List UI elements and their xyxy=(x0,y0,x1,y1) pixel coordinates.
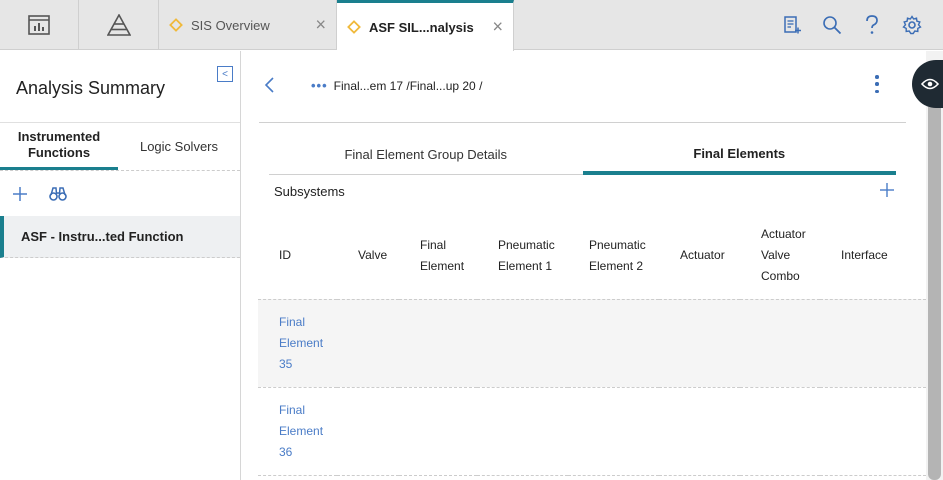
column-header-pneumatic-element-2[interactable]: Pneumatic Element 2 xyxy=(568,213,659,300)
scrollbar[interactable] xyxy=(928,70,941,480)
dashboard-button[interactable] xyxy=(0,0,79,50)
main-content: ••• Final...em 17 /Final...up 20 / Final… xyxy=(241,51,926,480)
section-title: Subsystems xyxy=(274,184,345,199)
tab-final-element-group-details[interactable]: Final Element Group Details xyxy=(269,135,583,175)
table-header-row: ID Valve Final Element Pneumatic Element… xyxy=(258,213,926,300)
table-row: Final Element 36 xyxy=(258,387,926,476)
tab-label: SIS Overview xyxy=(191,17,270,33)
gear-icon[interactable] xyxy=(901,14,923,36)
divider xyxy=(259,122,906,123)
column-header-interface[interactable]: Interface xyxy=(820,213,926,300)
left-toolbar xyxy=(0,170,240,216)
left-tabs: Instrumented Functions Logic Solvers xyxy=(0,122,240,170)
final-element-link[interactable]: Final Element 35 xyxy=(279,312,327,375)
main-tabs: Final Element Group Details Final Elemen… xyxy=(269,135,896,175)
help-icon[interactable] xyxy=(861,14,883,36)
diamond-icon xyxy=(169,18,183,32)
column-header-valve[interactable]: Valve xyxy=(337,213,399,300)
subsystems-table: ID Valve Final Element Pneumatic Element… xyxy=(258,213,926,476)
tab-asf-sil-analysis[interactable]: ASF SIL...nalysis × xyxy=(337,0,514,51)
column-header-pneumatic-element-1[interactable]: Pneumatic Element 1 xyxy=(477,213,568,300)
tab-sis-overview[interactable]: SIS Overview × xyxy=(159,0,337,50)
collapse-panel-button[interactable]: < xyxy=(217,66,233,82)
column-header-final-element[interactable]: Final Element xyxy=(399,213,477,300)
breadcrumb-overflow-icon[interactable]: ••• xyxy=(311,78,328,93)
table-row: Final Element 35 xyxy=(258,299,926,388)
list-item[interactable]: ASF - Instru...ted Function xyxy=(0,216,240,258)
tab-instrumented-functions[interactable]: Instrumented Functions xyxy=(0,123,118,170)
breadcrumb-path[interactable]: Final...em 17 /Final...up 20 / xyxy=(334,79,483,93)
dashboard-icon xyxy=(28,15,50,35)
diamond-icon xyxy=(347,20,361,34)
final-element-link[interactable]: Final Element 36 xyxy=(279,400,327,463)
close-icon[interactable]: × xyxy=(492,17,503,38)
close-icon[interactable]: × xyxy=(315,15,326,36)
binoculars-icon[interactable] xyxy=(48,184,68,204)
tab-label: ASF SIL...nalysis xyxy=(369,19,474,35)
column-header-actuator-valve-combo[interactable]: Actuator Valve Combo xyxy=(740,213,820,300)
pyramid-icon xyxy=(106,14,131,36)
asset-strategy-button[interactable] xyxy=(79,0,159,50)
queue-icon[interactable] xyxy=(781,14,803,36)
panel-title: Analysis Summary xyxy=(16,78,166,98)
search-icon[interactable] xyxy=(821,14,843,36)
tab-final-elements[interactable]: Final Elements xyxy=(582,135,896,175)
toolbar-right xyxy=(781,0,923,50)
add-subsystem-icon[interactable] xyxy=(879,182,895,198)
breadcrumb: ••• Final...em 17 /Final...up 20 / xyxy=(311,78,482,93)
more-options-icon[interactable] xyxy=(874,75,880,93)
left-panel: Analysis Summary < Instrumented Function… xyxy=(0,51,241,480)
back-icon[interactable] xyxy=(263,76,277,94)
eye-icon xyxy=(921,78,939,90)
add-icon[interactable] xyxy=(10,184,30,204)
column-header-id[interactable]: ID xyxy=(258,213,337,300)
tab-logic-solvers[interactable]: Logic Solvers xyxy=(118,123,240,170)
column-header-actuator[interactable]: Actuator xyxy=(659,213,740,300)
top-tab-bar: SIS Overview × ASF SIL...nalysis × xyxy=(0,0,943,51)
